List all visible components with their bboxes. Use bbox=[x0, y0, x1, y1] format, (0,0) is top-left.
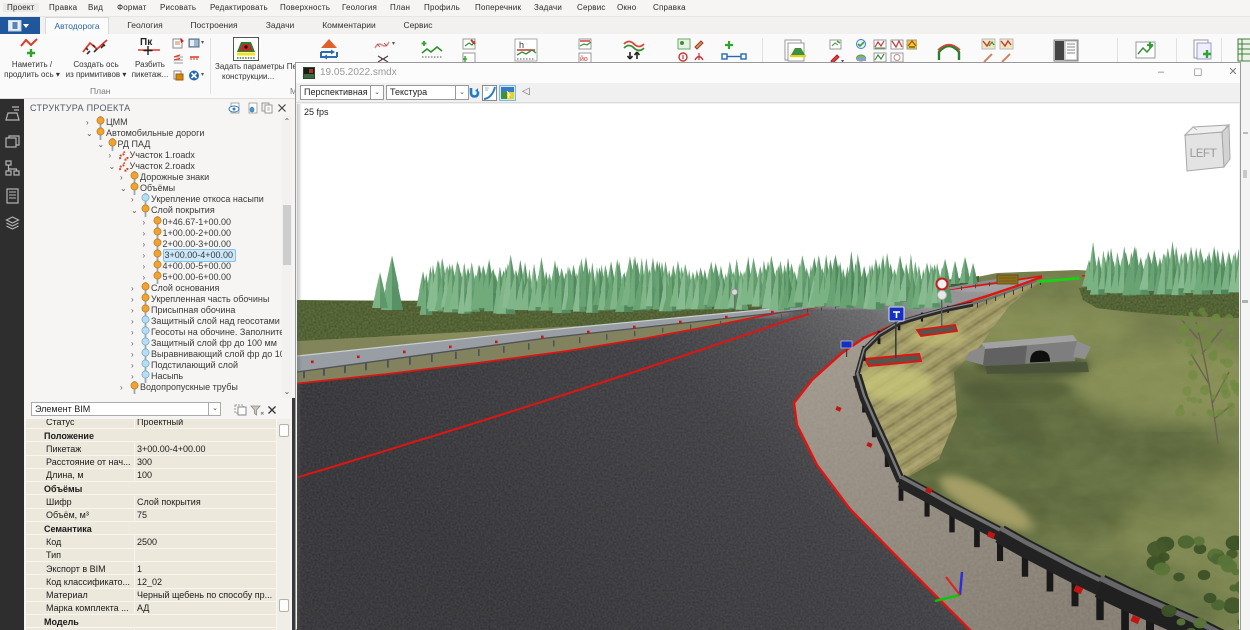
svg-text:Пк: Пк bbox=[140, 37, 153, 48]
svg-text:h: h bbox=[519, 40, 524, 50]
svg-text:LEFT: LEFT bbox=[1189, 146, 1217, 161]
